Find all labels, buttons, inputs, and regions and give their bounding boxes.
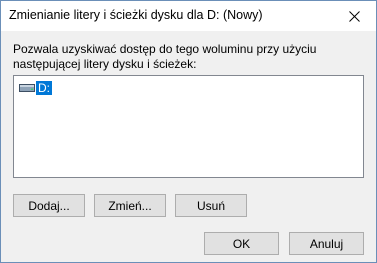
change-button[interactable]: Zmień... bbox=[94, 194, 166, 217]
change-drive-letter-dialog: Zmienianie litery i ścieżki dysku dla D:… bbox=[0, 0, 377, 263]
list-item[interactable]: D: bbox=[19, 81, 52, 95]
list-item-label: D: bbox=[36, 81, 52, 95]
prompt-text: Pozwala uzyskiwać dostęp do tego wolumin… bbox=[13, 42, 317, 71]
add-button[interactable]: Dodaj... bbox=[13, 194, 85, 217]
ok-button[interactable]: OK bbox=[204, 232, 279, 255]
window-title: Zmienianie litery i ścieżki dysku dla D:… bbox=[9, 8, 263, 22]
close-icon bbox=[348, 10, 360, 22]
drive-icon bbox=[19, 82, 35, 94]
remove-button[interactable]: Usuń bbox=[175, 194, 247, 217]
cancel-button[interactable]: Anuluj bbox=[289, 232, 364, 255]
drive-paths-list[interactable]: D: bbox=[13, 75, 364, 178]
title-bar: Zmienianie litery i ścieżki dysku dla D:… bbox=[1, 1, 376, 31]
close-button[interactable] bbox=[332, 1, 376, 31]
